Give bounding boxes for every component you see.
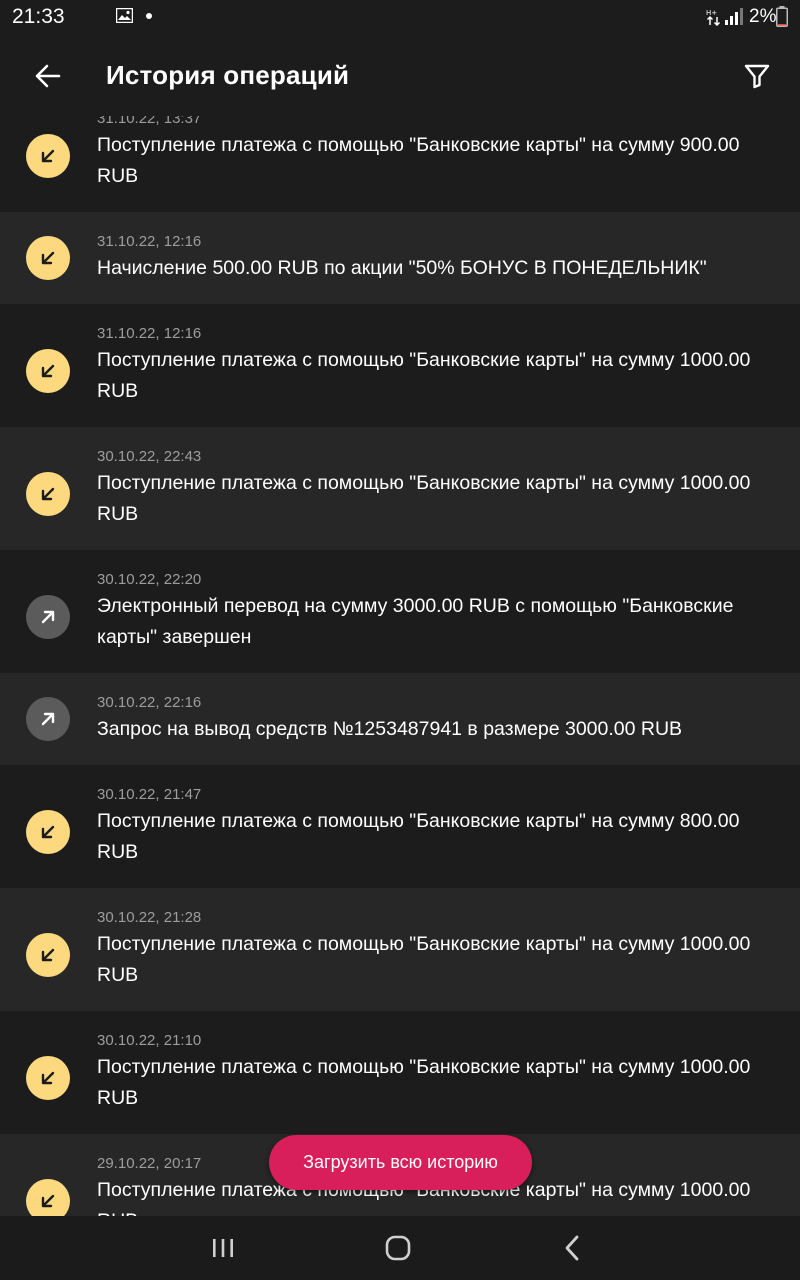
operation-description: Запрос на вывод средств №1253487941 в ра… [97,718,683,740]
app-bar: История операций [0,36,800,116]
operation-date: 31.10.22, 12:16 [97,233,202,250]
notification-dot-icon [146,13,152,19]
home-icon[interactable] [383,1234,413,1262]
operation-date: 31.10.22, 13:37 [97,116,202,127]
arrow-down-left-icon [41,149,55,163]
recent-apps-icon[interactable] [207,1234,239,1262]
signal-strength-icon [725,8,743,25]
arrow-down-left-icon [41,825,55,839]
operation-row[interactable]: 30.10.22, 21:10 Поступление платежа с по… [0,1011,800,1134]
load-all-history-button[interactable]: Загрузить всю историю [269,1135,532,1190]
operation-row[interactable]: 30.10.22, 22:43 Поступление платежа с по… [0,427,800,550]
operation-row[interactable]: 31.10.22, 13:37 Поступление платежа с по… [0,116,800,212]
operation-description: Поступление платежа с помощью "Банковски… [97,472,751,525]
arrow-down-left-icon [41,1071,55,1085]
operation-description: Поступление платежа с помощью "Банковски… [97,349,751,402]
mobile-data-icon: H+ [706,9,721,26]
status-bar: 21:33 H+ 2% [0,0,800,36]
status-time: 21:33 [12,5,65,28]
operation-row[interactable]: 30.10.22, 21:28 Поступление платежа с по… [0,888,800,1011]
operation-date: 30.10.22, 21:10 [97,1032,202,1049]
arrow-down-left-icon [41,487,55,501]
nav-back-icon[interactable] [562,1234,584,1262]
incoming-badge [26,472,70,516]
battery-icon [776,6,788,27]
operation-row[interactable]: 30.10.22, 21:47 Поступление платежа с по… [0,765,800,888]
svg-text:H+: H+ [706,9,717,17]
incoming-badge [26,1179,70,1216]
operations-list[interactable]: 31.10.22, 13:37 Поступление платежа с по… [0,116,800,1216]
operation-date: 30.10.22, 22:16 [97,694,202,711]
incoming-badge [26,134,70,178]
operation-date: 31.10.22, 12:16 [97,325,202,342]
filter-icon [744,64,770,89]
arrow-down-left-icon [41,251,55,265]
operation-description: Начисление 500.00 RUB по акции "50% БОНУ… [97,257,707,279]
system-nav-bar [0,1216,800,1280]
incoming-badge [26,810,70,854]
arrow-left-icon [35,64,61,88]
arrow-down-left-icon [41,948,55,962]
operation-date: 30.10.22, 22:20 [97,571,202,588]
operation-date: 30.10.22, 22:43 [97,448,202,465]
operation-description: Поступление платежа с помощью "Банковски… [97,933,751,986]
arrow-down-left-icon [41,1194,55,1208]
back-button[interactable] [25,54,71,98]
outgoing-badge [26,697,70,741]
gallery-notification-icon [116,8,133,23]
operation-description: Электронный перевод на сумму 3000.00 RUB… [97,595,734,648]
arrow-down-left-icon [41,364,55,378]
operation-row[interactable]: 30.10.22, 22:20 Электронный перевод на с… [0,550,800,673]
incoming-badge [26,933,70,977]
outgoing-badge [26,595,70,639]
operation-description: Поступление платежа с помощью "Банковски… [97,134,740,187]
operation-description: Поступление платежа с помощью "Банковски… [97,810,740,863]
incoming-badge [26,349,70,393]
operation-date: 30.10.22, 21:28 [97,909,202,926]
operation-description: Поступление платежа с помощью "Банковски… [97,1056,751,1109]
operation-row[interactable]: 30.10.22, 22:16 Запрос на вывод средств … [0,673,800,765]
battery-percent: 2% [749,6,777,27]
operation-row[interactable]: 31.10.22, 12:16 Начисление 500.00 RUB по… [0,212,800,304]
incoming-badge [26,1056,70,1100]
filter-button[interactable] [734,54,780,98]
operation-row[interactable]: 31.10.22, 12:16 Поступление платежа с по… [0,304,800,427]
arrow-up-right-icon [41,610,55,624]
arrow-up-right-icon [41,712,55,726]
page-title: История операций [106,60,350,90]
operation-date: 29.10.22, 20:17 [97,1155,202,1172]
incoming-badge [26,236,70,280]
operation-date: 30.10.22, 21:47 [97,786,202,803]
